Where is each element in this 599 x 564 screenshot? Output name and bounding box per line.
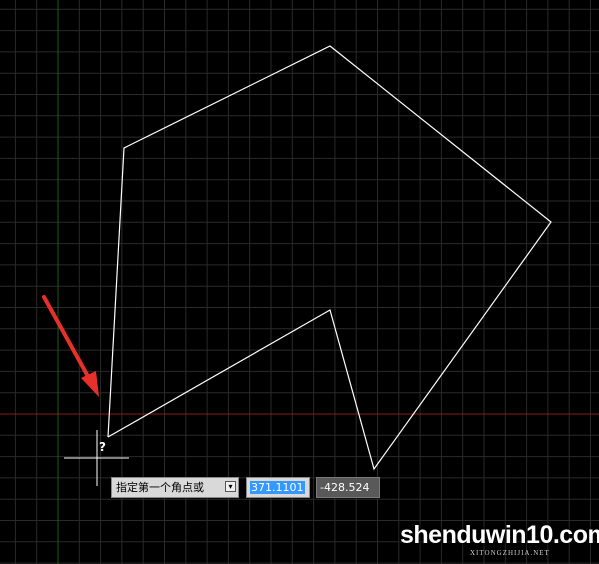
y-coordinate-value: -428.524 (320, 481, 370, 494)
prompt-label: 指定第一个角点或 (116, 481, 204, 494)
cursor-tooltip: ? (99, 440, 106, 454)
drawn-polyline[interactable] (107, 45, 552, 471)
watermark-subtitle: XITONGZHIJIA.NET (470, 549, 550, 557)
x-coordinate-input[interactable]: 371.1101 (246, 477, 310, 498)
y-coordinate-input[interactable]: -428.524 (316, 477, 380, 498)
watermark-logo: shenduwin10.com (400, 521, 599, 549)
red-arrow-icon (42, 295, 99, 397)
chevron-down-icon[interactable]: ▾ (225, 481, 236, 492)
x-coordinate-value: 371.1101 (250, 481, 305, 494)
command-prompt[interactable]: 指定第一个角点或 ▾ (111, 477, 239, 498)
